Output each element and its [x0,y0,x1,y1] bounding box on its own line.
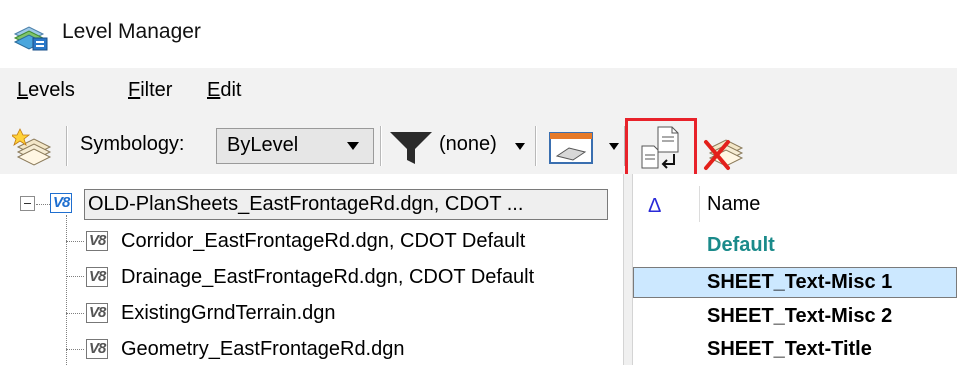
title-bar: Level Manager [0,0,957,68]
chevron-down-icon [347,142,359,150]
v8-file-icon: V8 [86,339,109,359]
chevron-down-icon[interactable] [609,143,619,150]
import-export-icon[interactable] [636,124,686,172]
symbology-label: Symbology: [80,133,185,155]
tree-connector [66,215,67,365]
level-row[interactable]: SHEET_Text-Misc 1 [707,271,892,294]
tree-item[interactable]: Geometry_EastFrontageRd.dgn [121,338,405,361]
level-manager-icon [13,26,48,51]
v8-file-icon: V8 [50,193,73,213]
tree-item[interactable]: Drainage_EastFrontageRd.dgn, CDOT Defaul… [121,266,534,289]
toolbar-separator [535,126,537,166]
v8-file-icon: V8 [86,231,109,251]
v8-file-icon: V8 [86,267,109,287]
level-row[interactable]: Default [707,234,775,257]
tree-connector [36,204,50,205]
chevron-down-icon[interactable] [515,143,525,150]
tree-root-label[interactable]: OLD-PlanSheets_EastFrontageRd.dgn, CDOT … [88,193,523,216]
tree-connector [66,241,84,242]
new-level-icon[interactable] [12,125,56,167]
tree-item[interactable]: Corridor_EastFrontageRd.dgn, CDOT Defaul… [121,230,525,253]
delete-level-icon[interactable] [702,128,750,172]
tree-connector [66,313,84,314]
window-title: Level Manager [62,20,201,43]
sort-ascending-icon[interactable]: Δ [648,195,661,218]
symbology-dropdown[interactable]: ByLevel [216,128,374,164]
toolbar-separator [66,126,68,166]
level-display-icon[interactable] [547,130,595,166]
filter-value[interactable]: (none) [439,133,497,156]
v8-file-icon: V8 [86,303,109,323]
symbology-value: ByLevel [227,134,299,156]
menu-filter[interactable]: Filter [128,79,172,102]
column-header-name[interactable]: Name [707,193,760,216]
level-row[interactable]: SHEET_Text-Title [707,338,872,361]
level-row[interactable]: SHEET_Text-Misc 2 [707,305,892,328]
collapse-toggle[interactable] [20,196,35,211]
menu-edit[interactable]: Edit [207,79,241,102]
tree-connector [66,276,84,277]
menu-levels[interactable]: Levels [17,79,75,102]
tree-connector [66,349,84,350]
tree-item[interactable]: ExistingGrndTerrain.dgn [121,302,336,325]
filter-icon[interactable] [387,128,435,168]
toolbar-separator [380,126,382,166]
pane-splitter[interactable] [624,174,632,365]
column-separator[interactable] [699,186,700,222]
